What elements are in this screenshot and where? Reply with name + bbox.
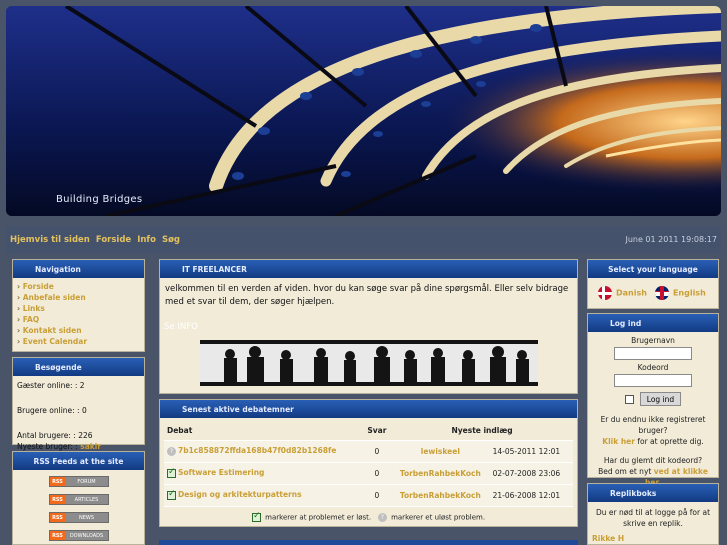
password-field[interactable]	[614, 374, 692, 387]
info-link[interactable]: Se INFO	[164, 322, 198, 332]
debates-heading: Senest aktive debatemner	[160, 400, 577, 418]
login-button[interactable]: Log ind	[639, 392, 682, 406]
navigation-panel: Navigation Forside Anbefale siden Links …	[12, 259, 145, 352]
nav-link-home[interactable]: Hjemvis til siden	[10, 235, 90, 245]
user-link[interactable]: TorbenRahbekKoch	[400, 491, 481, 500]
guests-online: Gæster online: : 2	[17, 381, 85, 390]
uk-flag-icon	[654, 286, 669, 300]
people-silhouette-image	[200, 340, 538, 386]
language-danish[interactable]: Danish	[598, 286, 647, 300]
user-link[interactable]: lewiskeel	[421, 447, 460, 456]
sidebar-item-calendar[interactable]: Event Calendar	[17, 336, 140, 347]
table-row: ? 7b1c858872ffda168b47f0d82b1268fe 0 lewi…	[164, 440, 573, 463]
it-freelancer-panel: IT FREELANCER velkommen til en verden af…	[159, 259, 578, 394]
language-heading: Select your language	[588, 260, 718, 278]
column-header-topic: Debat	[164, 422, 363, 441]
welcome-text: velkommen til en verden af viden. hvor d…	[165, 284, 569, 307]
user-count: Antal brugere: : 226	[17, 431, 93, 440]
nav-link-search[interactable]: Søg	[162, 235, 180, 245]
table-row: Software Estimering 0 TorbenRahbekKoch 0…	[164, 462, 573, 485]
language-panel: Select your language Danish English	[587, 259, 719, 309]
top-nav-bar: Hjemvis til siden Forside Info Søg June …	[6, 226, 721, 254]
danish-flag-icon	[598, 286, 612, 300]
newest-user-label: Nyeste bruger: :	[17, 442, 78, 451]
sidebar-item-links[interactable]: Links	[17, 303, 140, 314]
register-link[interactable]: Klik her	[602, 437, 635, 446]
newest-user-link[interactable]: sakir	[80, 442, 101, 451]
remember-me-checkbox[interactable]	[624, 394, 634, 404]
center-next-panel-heading	[159, 540, 578, 545]
login-panel: Log ind Brugernavn Kodeord Log ind Er du…	[587, 313, 719, 487]
username-field[interactable]	[614, 347, 692, 360]
it-freelancer-heading: IT FREELANCER	[160, 260, 577, 278]
post-date: 14-05-2011 12:01	[489, 440, 573, 463]
solved-check-icon	[167, 489, 176, 500]
bridge-image	[6, 6, 721, 216]
sidebar-item-forside[interactable]: Forside	[17, 281, 140, 292]
replies-panel: Replikboks Du er nød til at logge på for…	[587, 483, 719, 545]
site-title: Building Bridges	[56, 194, 143, 205]
reply-author[interactable]: Rikke H	[588, 534, 718, 543]
rss-articles-button[interactable]: RSS ARTICLES	[48, 494, 109, 505]
register-prompt: Er du endnu ikke registreret bruger? Kli…	[600, 415, 706, 446]
post-date: 21-06-2008 12:01	[489, 484, 573, 507]
reply-count: 0	[362, 462, 392, 485]
rss-heading: RSS Feeds at the site	[13, 452, 144, 470]
post-date: 02-07-2008 23:06	[489, 462, 573, 485]
column-header-replies: Svar	[362, 422, 392, 441]
visitors-heading: Besøgende	[13, 358, 144, 376]
debates-table: Debat Svar Nyeste indlæg ? 7b1c858872ffda…	[164, 422, 573, 507]
replies-notice: Du er nød til at logge på for at skrive …	[595, 508, 711, 528]
rss-news-button[interactable]: RSS NEWS	[48, 512, 109, 523]
solved-check-icon	[251, 511, 261, 522]
topic-link[interactable]: Design og arkitekturpatterns	[178, 490, 302, 499]
nav-link-forside[interactable]: Forside	[96, 235, 131, 245]
navigation-heading: Navigation	[13, 260, 144, 278]
question-icon: ?	[377, 512, 387, 522]
solved-check-icon	[167, 467, 176, 478]
nav-link-info[interactable]: Info	[137, 235, 156, 245]
column-header-latest: Nyeste indlæg	[391, 422, 573, 441]
topic-link[interactable]: Software Estimering	[178, 468, 264, 477]
visitors-panel: Besøgende Gæster online: : 2 Brugere onl…	[12, 357, 145, 451]
sidebar-item-contact[interactable]: Kontakt siden	[17, 325, 140, 336]
rss-downloads-button[interactable]: RSS DOWNLOADS	[48, 530, 109, 541]
reply-count: 0	[362, 440, 392, 463]
current-date: June 01 2011 19:08:17	[625, 235, 717, 244]
password-label: Kodeord	[637, 363, 669, 372]
replies-heading: Replikboks	[588, 484, 718, 502]
rss-panel: RSS Feeds at the site RSS FORUM RSS ARTICL…	[12, 451, 145, 545]
header-banner: Building Bridges	[6, 6, 721, 216]
login-heading: Log ind	[588, 314, 718, 332]
username-label: Brugernavn	[631, 336, 675, 345]
language-english[interactable]: English	[654, 286, 706, 300]
topic-link[interactable]: 7b1c858872ffda168b47f0d82b1268fe	[178, 446, 336, 455]
user-link[interactable]: TorbenRahbekKoch	[400, 469, 481, 478]
users-online: Brugere online: : 0	[17, 406, 87, 415]
table-row: Design og arkitekturpatterns 0 TorbenRah…	[164, 484, 573, 507]
status-legend: markerer at problemet er løst. ? markere…	[164, 507, 573, 528]
reply-count: 0	[362, 484, 392, 507]
sidebar-item-faq[interactable]: FAQ	[17, 314, 140, 325]
question-icon: ?	[167, 446, 176, 456]
sidebar-item-recommend[interactable]: Anbefale siden	[17, 292, 140, 303]
debates-panel: Senest aktive debatemner Debat Svar Nyes…	[159, 399, 578, 527]
rss-forum-button[interactable]: RSS FORUM	[48, 476, 109, 487]
